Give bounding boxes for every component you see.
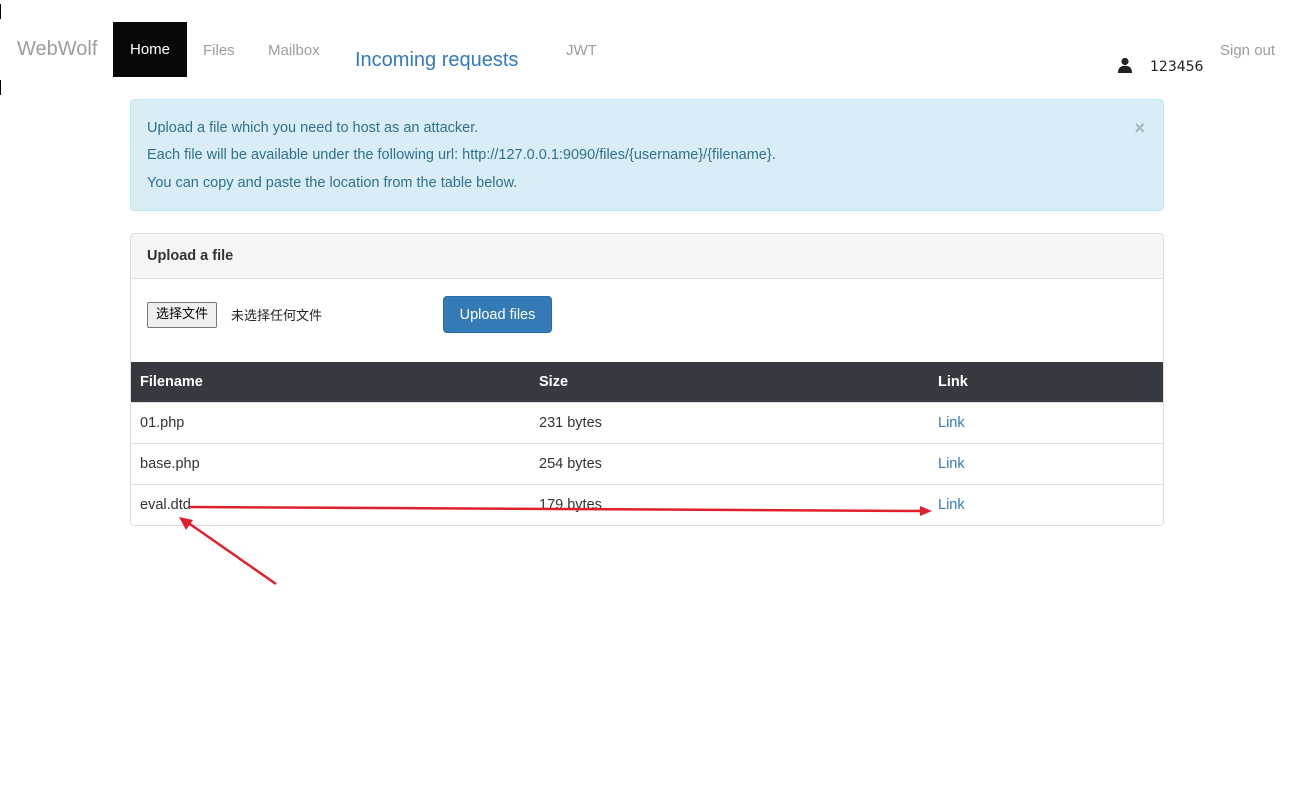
cell-filename: 01.php <box>140 414 185 431</box>
file-link[interactable]: Link <box>938 497 965 513</box>
cell-filename: eval.dtd <box>140 496 191 513</box>
brand-link[interactable]: WebWolf <box>17 38 97 61</box>
file-link[interactable]: Link <box>938 415 965 431</box>
nav-home-label: Home <box>129 41 170 58</box>
cell-link: Link <box>929 443 1163 484</box>
username: 123456 <box>1150 59 1204 75</box>
nav-mailbox[interactable]: Mailbox <box>268 42 320 59</box>
cell-size: 179 bytes <box>539 496 602 513</box>
nav-files[interactable]: Files <box>203 42 235 59</box>
text-caret-bottom <box>0 80 1 95</box>
table-row: base.php 254 bytes Link <box>131 443 1163 484</box>
choose-file-button[interactable]: 选择文件 <box>147 302 218 328</box>
info-alert: Upload a file which you need to host as … <box>130 99 1164 211</box>
alert-line-1: Upload a file which you need to host as … <box>147 120 479 136</box>
header-link: Link <box>938 373 968 390</box>
cell-link: Link <box>929 484 1163 525</box>
nav-incoming-requests[interactable]: Incoming requests <box>355 49 518 72</box>
alert-line-3: You can copy and paste the location from… <box>147 175 518 191</box>
nav-home[interactable]: Home <box>113 22 187 77</box>
cell-size: 254 bytes <box>539 455 602 472</box>
no-file-chosen-text: 未选择任何文件 <box>231 309 323 324</box>
nav-jwt[interactable]: JWT <box>566 42 597 59</box>
cell-filename: base.php <box>140 455 200 472</box>
panel-heading: Upload a file <box>131 234 1163 279</box>
upload-files-button[interactable]: Upload files <box>443 296 552 333</box>
sign-out-link[interactable]: Sign out <box>1220 42 1275 59</box>
upload-panel: Upload a file 选择文件 未选择任何文件 Upload files … <box>130 233 1164 526</box>
user-icon <box>1117 57 1133 73</box>
files-table: Filename Size Link 01.php 231 bytes Link… <box>131 362 1163 525</box>
text-caret-top <box>0 4 1 19</box>
close-icon[interactable]: × <box>1134 118 1145 139</box>
cell-size: 231 bytes <box>539 414 602 431</box>
cell-link: Link <box>929 402 1163 443</box>
table-row: 01.php 231 bytes Link <box>131 402 1163 443</box>
table-row: eval.dtd 179 bytes Link <box>131 484 1163 525</box>
user-info: 123456 <box>1117 55 1203 75</box>
file-link[interactable]: Link <box>938 456 965 472</box>
header-size: Size <box>539 373 569 390</box>
header-filename: Filename <box>140 373 203 390</box>
arrow-to-filename <box>179 517 277 586</box>
alert-line-2: Each file will be available under the fo… <box>147 147 776 163</box>
table-header-row: Filename Size Link <box>131 362 1163 402</box>
